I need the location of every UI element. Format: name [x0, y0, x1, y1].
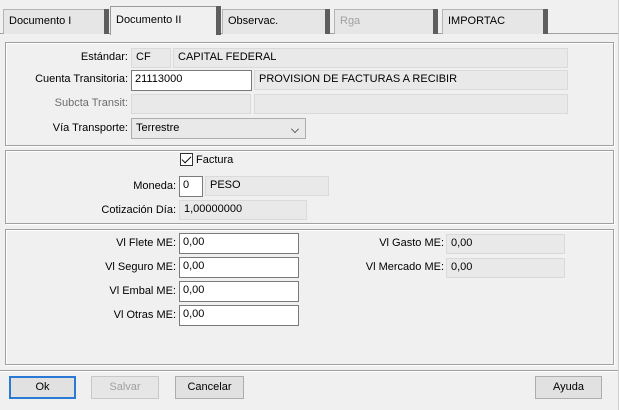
embal-label: Vl Embal ME: — [109, 285, 176, 297]
tab-rga[interactable]: Rga — [334, 9, 438, 34]
seguro-label: Vl Seguro ME: — [105, 261, 176, 273]
tab-label: Observac. — [228, 15, 279, 27]
moneda-desc-field: PESO — [205, 176, 329, 196]
chevron-down-icon — [291, 125, 299, 133]
mercado-field: 0,00 — [446, 258, 565, 278]
subcta-transit-field — [131, 94, 251, 114]
factura-checkbox[interactable] — [180, 153, 193, 166]
subcta-transit-label: Subcta Transit: — [54, 97, 128, 109]
estandar-label: Estándar: — [80, 51, 128, 63]
factura-label: Factura — [196, 154, 234, 166]
tab-label: Rga — [340, 15, 361, 27]
ok-button[interactable]: Ok — [9, 376, 76, 399]
otras-input[interactable]: 0,00 — [179, 305, 299, 326]
otras-label: Vl Otras ME: — [113, 309, 176, 321]
seguro-input[interactable]: 0,00 — [179, 257, 299, 278]
via-transporte-value: Terrestre — [136, 122, 180, 134]
subcta-transit-desc — [254, 94, 568, 114]
tab-label: IMPORTAC — [448, 15, 506, 27]
salvar-button[interactable]: Salvar — [91, 376, 159, 399]
estandar-desc-field: CAPITAL FEDERAL — [173, 48, 568, 68]
via-transporte-label: Vía Transporte: — [52, 122, 128, 134]
cancelar-button[interactable]: Cancelar — [175, 376, 244, 399]
tab-observac[interactable]: Observac. — [222, 9, 330, 34]
cuenta-transitoria-desc: PROVISION DE FACTURAS A RECIBIR — [254, 70, 568, 90]
via-transporte-select[interactable]: Terrestre — [131, 118, 306, 139]
moneda-code-input[interactable]: 0 — [179, 176, 203, 197]
estandar-code-field: CF — [131, 48, 171, 68]
tab-importac[interactable]: IMPORTAC — [442, 9, 548, 34]
flete-label: Vl Flete ME: — [116, 237, 176, 249]
tab-documento-2[interactable]: Documento II — [110, 6, 221, 35]
cuenta-transitoria-label: Cuenta Transitoria: — [35, 73, 128, 85]
tab-documento-1[interactable]: Documento I — [3, 9, 109, 34]
moneda-label: Moneda: — [133, 180, 176, 192]
cotizacion-field: 1,00000000 — [179, 200, 307, 220]
tab-label: Documento I — [9, 15, 72, 27]
tab-label: Documento II — [116, 14, 182, 26]
cotizacion-label: Cotización Día: — [101, 204, 176, 216]
flete-input[interactable]: 0,00 — [179, 233, 299, 254]
mercado-label: Vl Mercado ME: — [365, 261, 444, 273]
ayuda-button[interactable]: Ayuda — [535, 376, 602, 399]
embal-input[interactable]: 0,00 — [179, 281, 299, 302]
gasto-field: 0,00 — [446, 234, 565, 254]
gasto-label: Vl Gasto ME: — [379, 237, 444, 249]
cuenta-transitoria-input[interactable]: 21113000 — [131, 70, 252, 91]
